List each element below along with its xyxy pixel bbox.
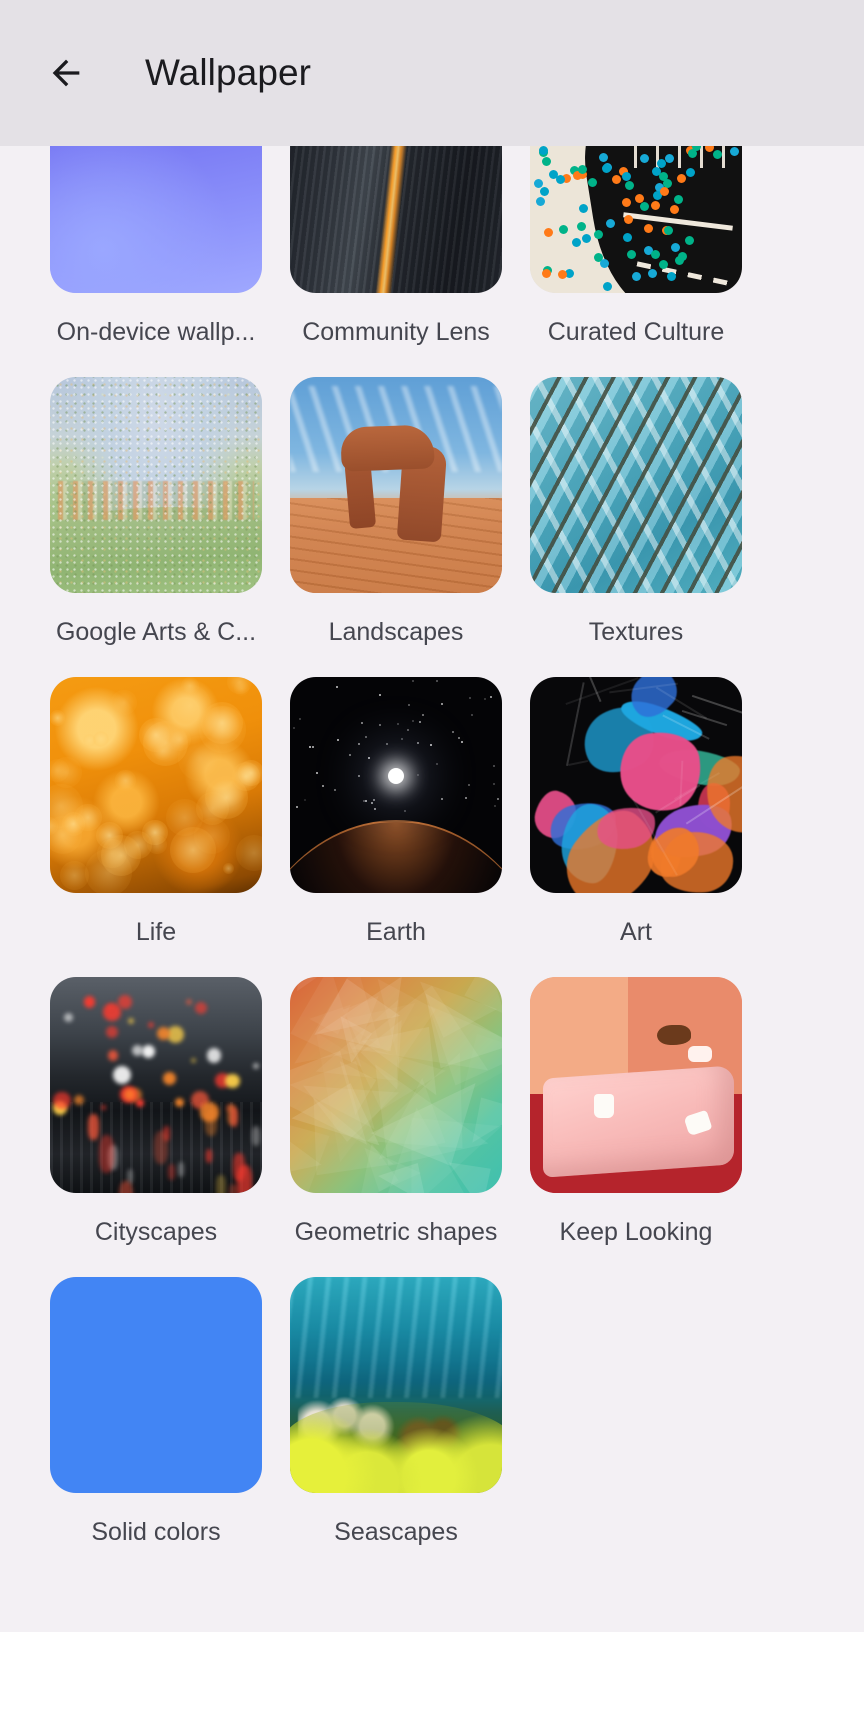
category-tile-cityscapes[interactable]: Cityscapes — [48, 977, 264, 1277]
thumbnail-art-cityscapes — [50, 977, 262, 1193]
thumbnail-art-life — [50, 677, 262, 893]
category-tile-seascapes[interactable]: Seascapes — [288, 1277, 504, 1577]
category-tile-solid-colors[interactable]: Solid colors — [48, 1277, 264, 1577]
thumbnail-art-solid-colors — [50, 1277, 262, 1493]
thumbnail-art-geometric-shapes — [290, 977, 502, 1193]
thumbnail-art-curated-culture — [530, 146, 742, 293]
category-tile-on-device-wallpapers[interactable]: On-device wallp... — [48, 146, 264, 377]
category-thumbnail[interactable] — [50, 977, 262, 1193]
category-label: Keep Looking — [559, 1218, 713, 1246]
category-label: Geometric shapes — [294, 1218, 498, 1246]
category-tile-textures[interactable]: Textures — [528, 377, 744, 677]
thumbnail-art-seascapes — [290, 1277, 502, 1493]
app-bar: Wallpaper — [0, 0, 864, 146]
category-tile-landscapes[interactable]: Landscapes — [288, 377, 504, 677]
category-tile-geometric-shapes[interactable]: Geometric shapes — [288, 977, 504, 1277]
thumbnail-art-keep-looking — [530, 977, 742, 1193]
category-thumbnail[interactable] — [50, 377, 262, 593]
category-thumbnail[interactable] — [50, 1277, 262, 1493]
category-label: Earth — [366, 918, 426, 946]
thumbnail-art-earth — [290, 677, 502, 893]
category-thumbnail[interactable] — [50, 677, 262, 893]
thumbnail-art-on-device — [50, 146, 262, 293]
category-tile-keep-looking[interactable]: Keep Looking — [528, 977, 744, 1277]
category-thumbnail[interactable] — [290, 146, 502, 293]
category-tile-community-lens[interactable]: Community Lens — [288, 146, 504, 377]
category-thumbnail[interactable] — [290, 1277, 502, 1493]
category-label: Life — [135, 918, 177, 946]
category-thumbnail[interactable] — [50, 146, 262, 293]
category-thumbnail[interactable] — [530, 146, 742, 293]
category-thumbnail[interactable] — [530, 677, 742, 893]
category-label: Cityscapes — [94, 1218, 218, 1246]
category-thumbnail[interactable] — [530, 977, 742, 1193]
category-label: On-device wallp... — [56, 318, 256, 346]
thumbnail-art-community-lens — [290, 146, 502, 293]
scrollbar[interactable] — [856, 396, 861, 776]
category-tile-earth[interactable]: Earth — [288, 677, 504, 977]
thumbnail-art-textures — [530, 377, 742, 593]
category-label: Seascapes — [334, 1518, 458, 1546]
back-arrow-icon — [46, 53, 86, 93]
category-thumbnail[interactable] — [530, 377, 742, 593]
wallpaper-category-grid: On-device wallp... Community Lens Curate… — [0, 146, 864, 1577]
category-tile-art[interactable]: Art — [528, 677, 744, 977]
thumbnail-art-landscapes — [290, 377, 502, 593]
wallpaper-picker-screen: Wallpaper On-device wallp... Community L… — [0, 0, 864, 1728]
category-label: Landscapes — [328, 618, 464, 646]
category-thumbnail[interactable] — [290, 977, 502, 1193]
category-label: Textures — [588, 618, 684, 646]
category-tile-curated-culture[interactable]: Curated Culture — [528, 146, 744, 377]
back-button[interactable] — [34, 41, 98, 105]
category-label: Solid colors — [91, 1518, 221, 1546]
page-title: Wallpaper — [145, 51, 312, 93]
category-tile-life[interactable]: Life — [48, 677, 264, 977]
thumbnail-art-google-arts — [50, 377, 262, 593]
category-thumbnail[interactable] — [290, 677, 502, 893]
category-label: Art — [620, 918, 652, 946]
thumbnail-art-art — [530, 677, 742, 893]
category-scroll-area[interactable]: On-device wallp... Community Lens Curate… — [0, 146, 864, 1632]
category-tile-google-arts-culture[interactable]: Google Arts & C... — [48, 377, 264, 677]
category-label: Community Lens — [302, 318, 490, 346]
category-label: Curated Culture — [547, 318, 725, 346]
category-label: Google Arts & C... — [55, 618, 257, 646]
category-thumbnail[interactable] — [290, 377, 502, 593]
